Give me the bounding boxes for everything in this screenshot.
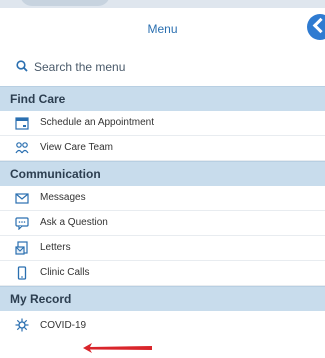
menu-item-schedule-appointment[interactable]: Schedule an Appointment: [0, 111, 325, 136]
annotation-arrow-icon: [83, 343, 152, 353]
menu-item-label: Letters: [40, 242, 71, 253]
section-title-communication: Communication: [10, 167, 101, 181]
section-title-find-care: Find Care: [10, 92, 66, 106]
menu-item-label: Messages: [40, 192, 86, 203]
section-communication: Communication: [0, 161, 325, 187]
menu-item-view-care-team[interactable]: View Care Team: [0, 136, 325, 161]
envelope-icon: [15, 193, 29, 204]
menu-item-clinic-calls[interactable]: Clinic Calls: [0, 261, 325, 286]
virus-icon: [15, 318, 29, 332]
menu-item-letters[interactable]: Letters: [0, 236, 325, 261]
menu-item-ask-question[interactable]: Ask a Question: [0, 211, 325, 236]
menu-title: Menu: [147, 22, 178, 36]
menu-item-messages[interactable]: Messages: [0, 186, 325, 211]
menu-item-label: Schedule an Appointment: [40, 117, 154, 128]
section-title-my-record: My Record: [10, 292, 72, 306]
back-chevron-icon[interactable]: [307, 14, 325, 40]
calendar-icon: [15, 117, 29, 130]
search-icon: [16, 60, 28, 72]
care-team-icon: [15, 142, 29, 154]
menu-item-label: Clinic Calls: [40, 267, 90, 278]
section-find-care: Find Care: [0, 86, 325, 112]
letter-icon: [15, 241, 28, 255]
menu-item-label: Ask a Question: [40, 217, 108, 228]
search-placeholder: Search the menu: [34, 60, 126, 74]
menu-item-label: View Care Team: [40, 142, 113, 153]
chat-bubble-icon: [15, 217, 29, 230]
menu-item-label: COVID-19: [40, 320, 87, 331]
menu-item-covid-19[interactable]: COVID-19: [0, 311, 325, 339]
top-strip: [0, 0, 325, 8]
top-strip-shape: [20, 0, 110, 6]
phone-icon: [17, 266, 27, 280]
search-input[interactable]: Search the menu: [0, 48, 325, 87]
section-my-record: My Record: [0, 286, 325, 312]
menu-header: Menu: [0, 8, 325, 49]
